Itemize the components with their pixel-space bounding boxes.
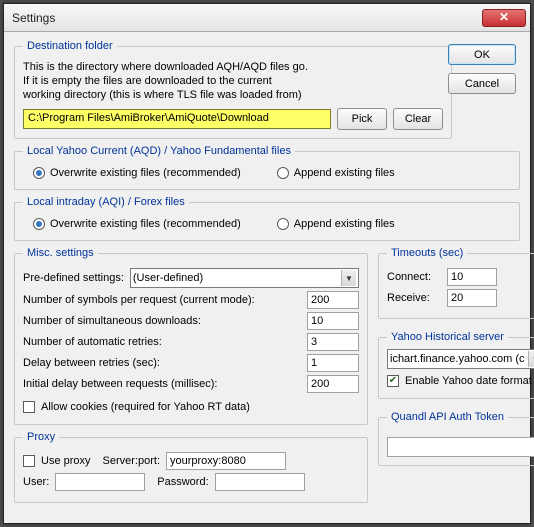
nsym-label: Number of symbols per request (current m… — [23, 294, 301, 306]
serverport-input[interactable] — [166, 452, 286, 470]
proxy-group: Proxy Use proxy Server:port: User: Passw… — [14, 431, 368, 503]
allow-cookies-label: Allow cookies (required for Yahoo RT dat… — [41, 401, 250, 413]
serverport-label: Server:port: — [103, 455, 160, 467]
ok-button[interactable]: OK — [448, 44, 516, 65]
destination-folder-legend: Destination folder — [23, 40, 117, 52]
yhist-server-value: ichart.finance.yahoo.com (c — [390, 353, 525, 365]
yahoo-datefix-label: Enable Yahoo date format fix — [405, 375, 534, 387]
nret-input[interactable] — [307, 333, 359, 351]
timeouts-legend: Timeouts (sec) — [387, 247, 467, 259]
pick-button[interactable]: Pick — [337, 108, 387, 130]
use-proxy-label: Use proxy — [41, 455, 91, 467]
chevron-down-icon: ▼ — [528, 351, 534, 367]
use-proxy-checkbox[interactable] — [23, 455, 35, 467]
yhist-server-select[interactable]: ichart.finance.yahoo.com (c ▼ — [387, 349, 534, 369]
predefined-select[interactable]: (User-defined) ▼ — [130, 268, 359, 288]
aqi-legend: Local intraday (AQI) / Forex files — [23, 196, 189, 208]
aqd-append-radio[interactable]: Append existing files — [277, 167, 395, 179]
yahoo-datefix-checkbox[interactable] — [387, 375, 399, 387]
nret-label: Number of automatic retries: — [23, 336, 301, 348]
timeouts-group: Timeouts (sec) Connect: Receive: — [378, 247, 534, 319]
clear-button[interactable]: Clear — [393, 108, 443, 130]
delay-input[interactable] — [307, 354, 359, 372]
radio-label: Overwrite existing files (recommended) — [50, 167, 241, 179]
predefined-label: Pre-defined settings: — [23, 272, 124, 284]
quandl-legend: Quandl API Auth Token — [387, 411, 508, 423]
titlebar: Settings ✕ — [4, 4, 530, 32]
initdelay-input[interactable] — [307, 375, 359, 393]
allow-cookies-checkbox[interactable] — [23, 401, 35, 413]
destination-help-text: This is the directory where downloaded A… — [23, 60, 443, 102]
proxy-password-label: Password: — [157, 476, 208, 488]
destination-folder-group: Destination folder This is the directory… — [14, 40, 452, 139]
quandl-token-input[interactable] — [387, 437, 534, 457]
yhist-legend: Yahoo Historical server — [387, 331, 508, 343]
ndl-label: Number of simultaneous downloads: — [23, 315, 301, 327]
initdelay-label: Initial delay between requests (millisec… — [23, 378, 301, 390]
aqi-group: Local intraday (AQI) / Forex files Overw… — [14, 196, 520, 241]
proxy-password-input[interactable] — [215, 473, 305, 491]
aqi-append-radio[interactable]: Append existing files — [277, 218, 395, 230]
proxy-user-input[interactable] — [55, 473, 145, 491]
aqd-group: Local Yahoo Current (AQD) / Yahoo Fundam… — [14, 145, 520, 190]
misc-legend: Misc. settings — [23, 247, 98, 259]
radio-icon — [277, 167, 289, 179]
aqi-overwrite-radio[interactable]: Overwrite existing files (recommended) — [33, 218, 241, 230]
quandl-group: Quandl API Auth Token — [378, 411, 534, 466]
misc-settings-group: Misc. settings Pre-defined settings: (Us… — [14, 247, 368, 425]
window-title: Settings — [12, 11, 55, 25]
connect-label: Connect: — [387, 271, 441, 283]
proxy-legend: Proxy — [23, 431, 59, 443]
predefined-value: (User-defined) — [133, 272, 203, 284]
radio-icon — [277, 218, 289, 230]
radio-label: Append existing files — [294, 218, 395, 230]
client-area: OK Cancel Destination folder This is the… — [4, 32, 530, 523]
receive-input[interactable] — [447, 289, 497, 307]
settings-window: Settings ✕ OK Cancel Destination folder … — [3, 3, 531, 524]
destination-path-display: C:\Program Files\AmiBroker\AmiQuote\Down… — [23, 109, 331, 129]
yahoo-historical-group: Yahoo Historical server ichart.finance.y… — [378, 331, 534, 399]
aqd-legend: Local Yahoo Current (AQD) / Yahoo Fundam… — [23, 145, 295, 157]
nsym-input[interactable] — [307, 291, 359, 309]
radio-label: Append existing files — [294, 167, 395, 179]
cancel-button[interactable]: Cancel — [448, 73, 516, 94]
delay-label: Delay between retries (sec): — [23, 357, 301, 369]
radio-icon — [33, 167, 45, 179]
receive-label: Receive: — [387, 292, 441, 304]
radio-icon — [33, 218, 45, 230]
chevron-down-icon: ▼ — [341, 270, 356, 286]
connect-input[interactable] — [447, 268, 497, 286]
proxy-user-label: User: — [23, 476, 49, 488]
radio-label: Overwrite existing files (recommended) — [50, 218, 241, 230]
aqd-overwrite-radio[interactable]: Overwrite existing files (recommended) — [33, 167, 241, 179]
ndl-input[interactable] — [307, 312, 359, 330]
close-icon[interactable]: ✕ — [482, 9, 526, 27]
